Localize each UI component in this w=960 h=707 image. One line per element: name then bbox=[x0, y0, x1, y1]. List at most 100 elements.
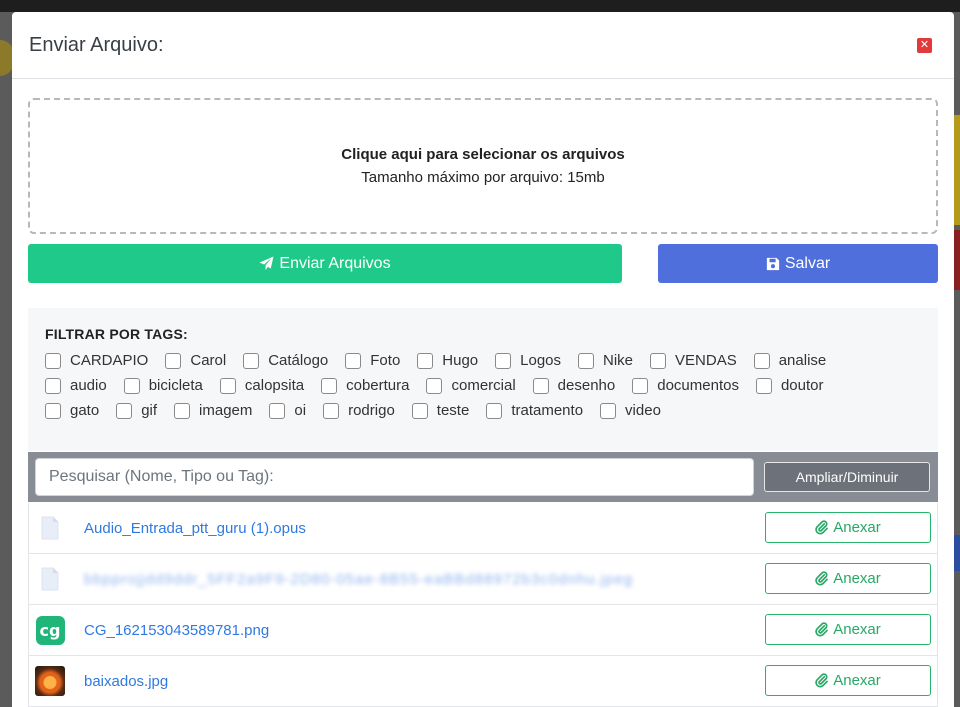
tag-filter-item[interactable]: cobertura bbox=[321, 373, 409, 398]
tag-label: VENDAS bbox=[675, 352, 737, 369]
tag-filter-item[interactable]: Foto bbox=[345, 348, 400, 373]
tag-label: bicicleta bbox=[148, 377, 203, 394]
file-name-link[interactable]: bbpprojjdd9ddr_5FF2a9F9-2D80-05ae-8B55-e… bbox=[84, 571, 633, 588]
tag-checkbox[interactable] bbox=[45, 377, 61, 394]
tag-checkbox[interactable] bbox=[45, 352, 61, 369]
tag-checkbox[interactable] bbox=[116, 402, 133, 419]
tag-filter-item[interactable]: imagem bbox=[174, 398, 252, 423]
tag-checkbox[interactable] bbox=[578, 352, 595, 369]
tag-filter-item[interactable]: desenho bbox=[532, 373, 616, 398]
tag-label: desenho bbox=[557, 377, 616, 394]
attach-button[interactable]: Anexar bbox=[765, 665, 931, 696]
tag-filter-item[interactable]: documentos bbox=[632, 373, 739, 398]
tag-filter-item[interactable]: oi bbox=[269, 398, 306, 423]
tag-filter-item[interactable]: tratamento bbox=[486, 398, 583, 423]
cg-logo-thumbnail: cg bbox=[35, 615, 65, 645]
tag-filter-item[interactable]: Logos bbox=[495, 348, 561, 373]
tag-label: gif bbox=[141, 402, 158, 419]
tag-filter-item[interactable]: gato bbox=[45, 398, 99, 423]
tag-filter-item[interactable]: Nike bbox=[578, 348, 633, 373]
tag-checkbox[interactable] bbox=[321, 377, 338, 394]
tag-label: oi bbox=[294, 402, 307, 419]
file-icon bbox=[35, 564, 65, 594]
floppy-disk-icon bbox=[766, 257, 780, 271]
search-input[interactable] bbox=[35, 458, 754, 496]
tag-label: calopsita bbox=[244, 377, 305, 394]
tag-checkbox[interactable] bbox=[345, 352, 362, 369]
tag-label: Hugo bbox=[442, 352, 479, 369]
tag-label: analise bbox=[778, 352, 827, 369]
save-button[interactable]: Salvar bbox=[658, 244, 938, 283]
tag-checkbox[interactable] bbox=[486, 402, 503, 419]
tag-checkbox[interactable] bbox=[650, 352, 667, 369]
file-row: Audio_Entrada_ptt_guru (1).opus Anexar bbox=[28, 503, 938, 554]
file-name-link[interactable]: Audio_Entrada_ptt_guru (1).opus bbox=[84, 520, 306, 537]
attach-button[interactable]: Anexar bbox=[765, 614, 931, 645]
tag-filter-item[interactable]: doutor bbox=[755, 373, 824, 398]
save-label: Salvar bbox=[784, 254, 831, 272]
tag-checkbox[interactable] bbox=[269, 402, 286, 419]
tag-filter-item[interactable]: rodrigo bbox=[323, 398, 395, 423]
tag-filter-item[interactable]: Catálogo bbox=[243, 348, 328, 373]
tag-label: Foto bbox=[370, 352, 401, 369]
tag-checkbox[interactable] bbox=[45, 402, 61, 419]
tag-label: CARDAPIO bbox=[70, 352, 149, 369]
tag-label: Carol bbox=[190, 352, 227, 369]
tag-checkbox[interactable] bbox=[600, 402, 617, 419]
dropzone-title: Clique aqui para selecionar os arquivos bbox=[341, 146, 625, 163]
tag-label: audio bbox=[70, 377, 107, 394]
tag-checkbox[interactable] bbox=[532, 377, 549, 394]
attach-button[interactable]: Anexar bbox=[765, 563, 931, 594]
tag-checkbox[interactable] bbox=[219, 377, 236, 394]
tag-checkbox[interactable] bbox=[411, 402, 428, 419]
file-name-link[interactable]: baixados.jpg bbox=[84, 673, 168, 690]
tag-filter-item[interactable]: VENDAS bbox=[650, 348, 737, 373]
tag-label: imagem bbox=[199, 402, 253, 419]
zoom-toggle-button[interactable]: Ampliar/Diminuir bbox=[764, 462, 930, 492]
file-icon bbox=[35, 513, 65, 543]
tag-checkbox[interactable] bbox=[495, 352, 512, 369]
tag-checkbox[interactable] bbox=[165, 352, 182, 369]
image-thumbnail bbox=[35, 666, 65, 696]
tag-filter-item[interactable]: video bbox=[600, 398, 661, 423]
tag-checkbox[interactable] bbox=[753, 352, 770, 369]
tags-filter-title: FILTRAR POR TAGS: bbox=[45, 326, 188, 342]
tag-label: tratamento bbox=[511, 402, 584, 419]
tag-filter-item[interactable]: bicicleta bbox=[123, 373, 203, 398]
file-name-link[interactable]: CG_162153043589781.png bbox=[84, 622, 269, 639]
background-accent bbox=[954, 230, 960, 290]
tag-filter-item[interactable]: teste bbox=[411, 398, 469, 423]
tag-label: documentos bbox=[657, 377, 739, 394]
tag-label: video bbox=[625, 402, 661, 419]
file-dropzone[interactable]: Clique aqui para selecionar os arquivos … bbox=[28, 98, 938, 234]
tag-checkbox[interactable] bbox=[632, 377, 649, 394]
tag-filter-item[interactable]: analise bbox=[753, 348, 827, 373]
tag-checkbox[interactable] bbox=[426, 377, 443, 394]
tag-checkbox[interactable] bbox=[323, 402, 340, 419]
tag-label: Nike bbox=[603, 352, 634, 369]
attach-label: Anexar bbox=[833, 570, 881, 587]
tag-checkbox[interactable] bbox=[123, 377, 140, 394]
background-topbar bbox=[0, 0, 960, 12]
tag-filter-item[interactable]: calopsita bbox=[219, 373, 305, 398]
tag-checkbox[interactable] bbox=[174, 402, 191, 419]
tag-checkbox[interactable] bbox=[243, 352, 260, 369]
tag-filter-item[interactable]: gif bbox=[116, 398, 157, 423]
paperclip-icon bbox=[815, 520, 829, 535]
tag-filter-item[interactable]: Hugo bbox=[417, 348, 478, 373]
tag-filter-item[interactable]: audio bbox=[45, 373, 107, 398]
tag-checkbox[interactable] bbox=[417, 352, 434, 369]
tag-filter-item[interactable]: Carol bbox=[165, 348, 226, 373]
tag-label: comercial bbox=[451, 377, 516, 394]
send-files-button[interactable]: Enviar Arquivos bbox=[28, 244, 622, 283]
attach-button[interactable]: Anexar bbox=[765, 512, 931, 543]
tag-checkbox[interactable] bbox=[755, 377, 772, 394]
tag-label: Logos bbox=[520, 352, 562, 369]
paperclip-icon bbox=[815, 622, 829, 637]
search-bar: Ampliar/Diminuir bbox=[28, 452, 938, 502]
tag-filter-item[interactable]: comercial bbox=[426, 373, 516, 398]
tag-filter-item[interactable]: CARDAPIO bbox=[45, 348, 148, 373]
file-row: cg CG_162153043589781.png Anexar bbox=[28, 605, 938, 656]
modal-title: Enviar Arquivo: bbox=[29, 33, 164, 56]
close-icon[interactable]: ✕ bbox=[917, 37, 932, 53]
